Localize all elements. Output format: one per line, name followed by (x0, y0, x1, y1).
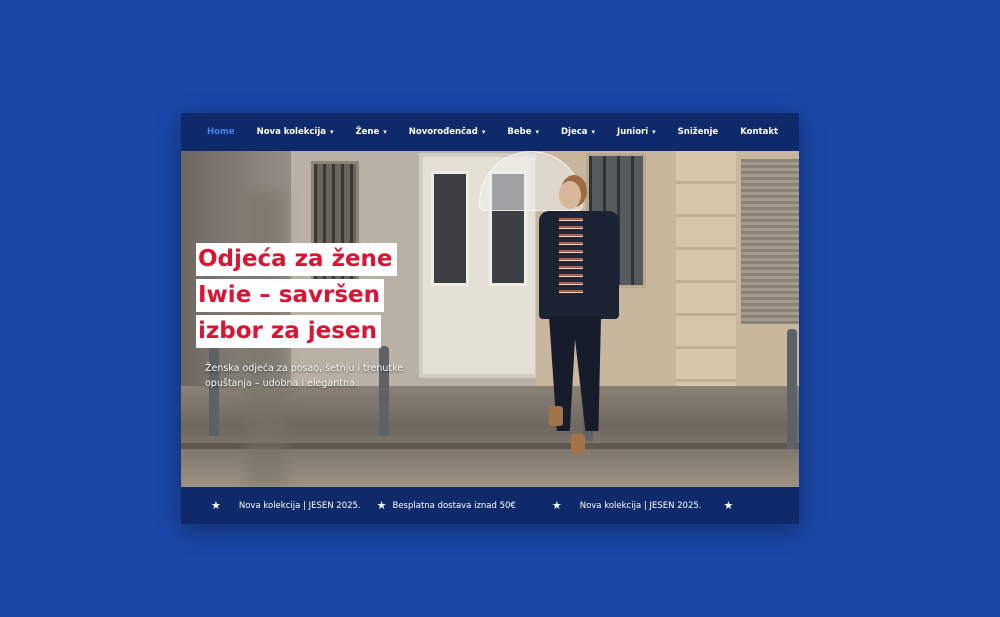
nav-item-nova-kolekcija[interactable]: Nova kolekcija ▾ (257, 127, 334, 137)
nav-label: Žene (355, 127, 380, 137)
main-nav: Home Nova kolekcija ▾ Žene ▾ Novorođenčad ▾… (181, 113, 799, 151)
chevron-down-icon: ▾ (481, 127, 486, 136)
nav-item-snizenje[interactable]: Sniženje (678, 127, 719, 137)
photo-model-boot (549, 406, 563, 426)
ticker-item: Besplatna dostava iznad 50€ (392, 500, 516, 511)
star-icon: ★ (211, 499, 221, 512)
nav-label: Kontakt (740, 127, 779, 137)
photo-shutter (741, 159, 799, 324)
chevron-down-icon: ▾ (383, 127, 387, 136)
photo-model-boot (571, 434, 585, 454)
photo-model-head (559, 181, 581, 209)
nav-item-juniori[interactable]: Juniori ▾ (617, 127, 656, 137)
chevron-down-icon: ▾ (535, 127, 539, 136)
nav-label: Home (207, 127, 235, 137)
photo-bollard (787, 329, 797, 449)
ticker-item: Nova kolekcija | JESEN 2025. (579, 500, 702, 511)
nav-item-novorodencad[interactable]: Novorođenčad ▾ (409, 127, 486, 137)
announcement-ticker: ★ Nova kolekcija | JESEN 2025. ★ Besplat… (181, 487, 799, 524)
nav-item-home[interactable]: Home (207, 127, 235, 137)
hero-headline: Odjeća za žene Iwie – savršen izbor za j… (196, 243, 397, 351)
headline-line: Odjeća za žene (196, 243, 397, 276)
nav-item-bebe[interactable]: Bebe ▾ (507, 127, 539, 137)
chevron-down-icon: ▾ (591, 127, 596, 136)
nav-item-zene[interactable]: Žene ▾ (355, 127, 386, 137)
photo-model-sweater (559, 213, 583, 293)
door-pane (431, 171, 469, 286)
nav-label: Juniori (617, 127, 649, 137)
hero-subtext: Ženska odjeća za posao, šetnju i trenutk… (205, 363, 404, 389)
hero-banner: Odjeća za žene Iwie – savršen izbor za j… (181, 151, 799, 487)
nav-label: Novorođenčad (408, 127, 478, 137)
nav-label: Sniženje (677, 127, 719, 137)
browser-window: Home Nova kolekcija ▾ Žene ▾ Novorođenčad ▾… (181, 113, 799, 524)
nav-label: Nova kolekcija (256, 127, 326, 137)
headline-line: izbor za jesen (196, 315, 381, 348)
ticker-item: Nova kolekcija | JESEN 2025. (238, 500, 361, 511)
chevron-down-icon: ▾ (652, 127, 656, 136)
photo-bollard (379, 346, 389, 436)
star-icon: ★ (551, 499, 562, 512)
star-icon: ★ (723, 499, 734, 512)
nav-label: Djeca (561, 127, 588, 137)
nav-label: Bebe (507, 127, 532, 137)
photo-column (676, 151, 736, 386)
headline-line: Iwie – savršen (196, 279, 385, 312)
nav-item-djeca[interactable]: Djeca ▾ (561, 127, 595, 137)
chevron-down-icon: ▾ (329, 127, 334, 136)
nav-item-kontakt[interactable]: Kontakt (740, 127, 778, 137)
star-icon: ★ (376, 499, 387, 512)
